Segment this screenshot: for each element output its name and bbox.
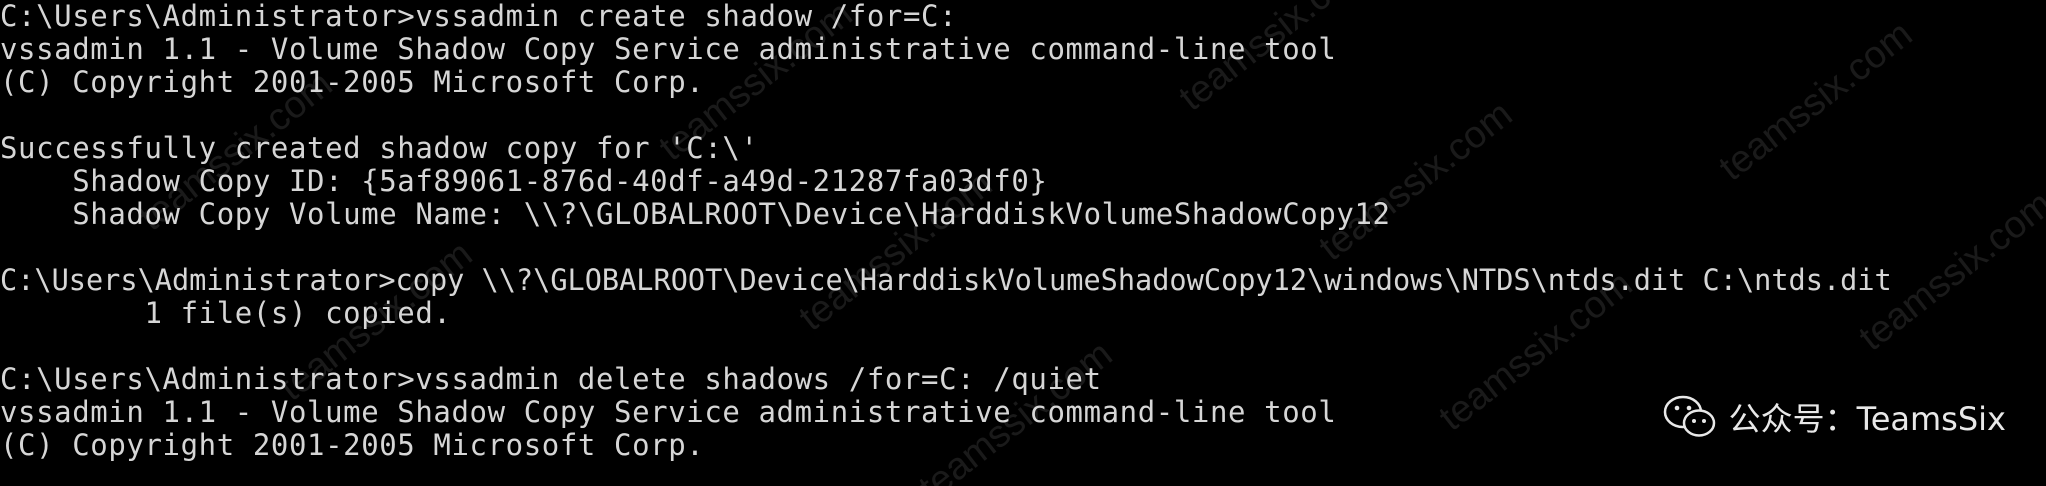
terminal-window[interactable]: C:\Users\Administrator>vssadmin create s… <box>0 0 2046 486</box>
terminal-line-8 <box>0 231 1921 264</box>
terminal-line-13: vssadmin 1.1 - Volume Shadow Copy Servic… <box>0 395 1337 429</box>
terminal-line-2: vssadmin 1.1 - Volume Shadow Copy Servic… <box>0 32 1337 66</box>
terminal-line-7: Shadow Copy Volume Name: \\?\GLOBALROOT\… <box>0 197 1391 231</box>
terminal-line-12: C:\Users\Administrator>vssadmin delete s… <box>0 362 1102 396</box>
terminal-line-9: C:\Users\Administrator>copy \\?\GLOBALRO… <box>0 263 1892 297</box>
terminal-line-1: C:\Users\Administrator>vssadmin create s… <box>0 0 958 33</box>
terminal-line-11 <box>0 330 1921 363</box>
wechat-account-label: 公众号：TeamsSix <box>1728 400 2006 438</box>
terminal-line-6: Shadow Copy ID: {5af89061-876d-40df-a49d… <box>0 164 1048 198</box>
terminal-line-5: Successfully created shadow copy for 'C:… <box>0 131 759 165</box>
wechat-icon <box>1663 395 1715 437</box>
wechat-badge: 公众号：TeamsSix <box>1663 394 2006 440</box>
terminal-line-3: (C) Copyright 2001-2005 Microsoft Corp. <box>0 65 705 99</box>
terminal-line-10: 1 file(s) copied. <box>0 296 452 330</box>
terminal-output: C:\Users\Administrator>vssadmin create s… <box>0 0 1921 462</box>
terminal-line-4 <box>0 99 1921 132</box>
terminal-line-14: (C) Copyright 2001-2005 Microsoft Corp. <box>0 428 705 462</box>
